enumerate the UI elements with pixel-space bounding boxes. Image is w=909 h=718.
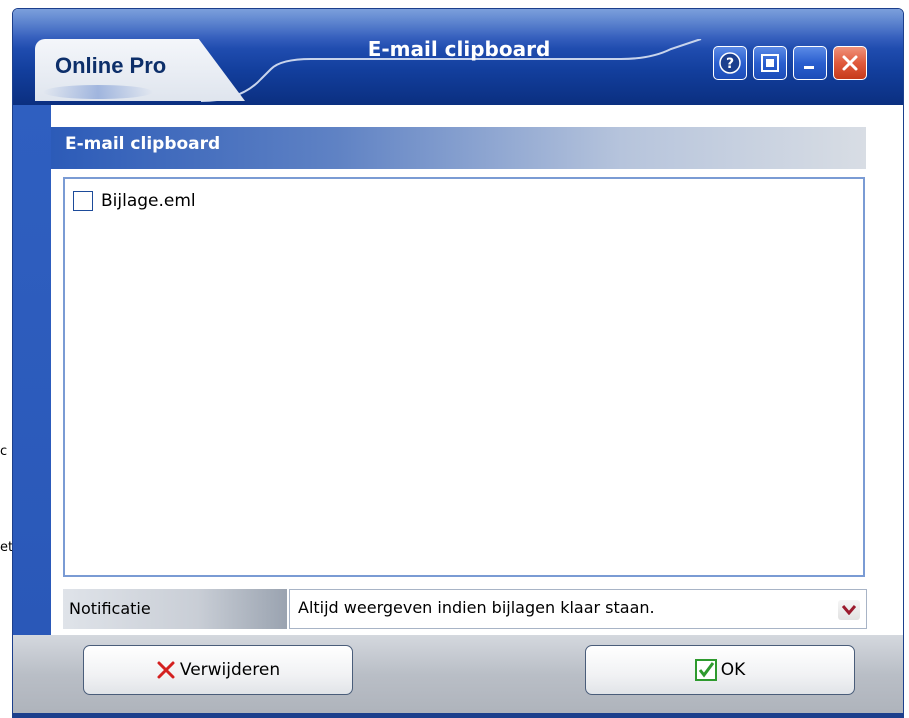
notification-row: Notificatie Altijd weergeven indien bijl… (63, 589, 867, 629)
minimize-icon (804, 66, 814, 69)
attachment-label: Bijlage.eml (101, 191, 196, 211)
brand-label: Online Pro (55, 53, 167, 78)
delete-button[interactable]: Verwijderen (83, 645, 353, 695)
delete-x-icon (156, 660, 176, 680)
title-bar[interactable]: Online Pro E-mail clipboard ? (13, 9, 903, 105)
attachment-checkbox[interactable] (73, 191, 93, 211)
checkmark-icon (694, 659, 717, 681)
close-button[interactable] (833, 46, 867, 80)
ok-button[interactable]: OK (585, 645, 855, 695)
help-icon: ? (719, 52, 741, 74)
window-title: E-mail clipboard (367, 37, 551, 61)
help-button[interactable]: ? (713, 46, 747, 80)
delete-button-label: Verwijderen (179, 660, 281, 680)
close-icon (842, 55, 858, 71)
svg-text:?: ? (726, 56, 734, 72)
email-clipboard-window: Online Pro E-mail clipboard ? E-mail cli… (12, 8, 904, 714)
chevron-down-icon (842, 605, 856, 615)
notification-select[interactable]: Altijd weergeven indien bijlagen klaar s… (289, 589, 867, 629)
ok-button-label: OK (720, 660, 746, 680)
dropdown-button[interactable] (838, 600, 860, 620)
minimize-button[interactable] (793, 46, 827, 80)
notification-select-value: Altijd weergeven indien bijlagen klaar s… (298, 598, 655, 617)
brand-swoosh (43, 85, 153, 99)
section-title: E-mail clipboard (65, 134, 221, 154)
notification-label: Notificatie (69, 599, 151, 618)
restore-button[interactable] (753, 46, 787, 80)
list-item[interactable]: Bijlage.eml (73, 191, 196, 211)
window-bottom-border (12, 714, 904, 718)
notification-label-box: Notificatie (63, 589, 287, 629)
attachment-list[interactable]: Bijlage.eml (63, 177, 865, 577)
restore-icon (761, 54, 779, 72)
background-text-fragment: c (0, 444, 8, 459)
